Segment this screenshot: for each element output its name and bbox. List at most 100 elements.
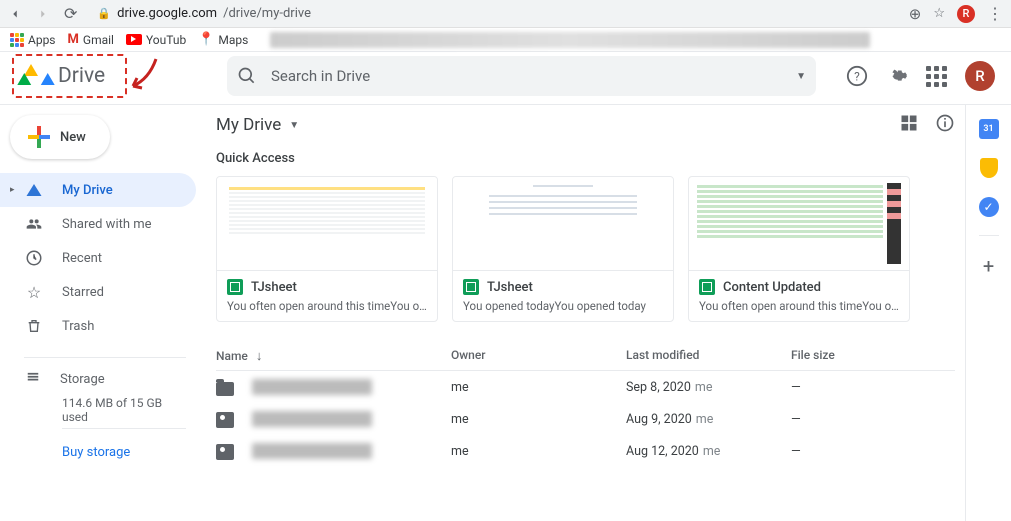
forward-icon[interactable]	[36, 7, 50, 21]
breadcrumb-title: My Drive	[216, 115, 281, 135]
bookmark-star-icon[interactable]: ☆	[933, 6, 945, 21]
trash-icon	[24, 317, 44, 335]
url-path: /drive/my-drive	[223, 6, 311, 21]
bookmarks-bar: Apps M Gmail YouTub 📍Maps	[0, 28, 1011, 52]
cell-size: —	[791, 380, 891, 395]
storage-used-text: 114.6 MB of 15 GB used	[62, 396, 186, 424]
sort-down-icon: ↓	[256, 348, 263, 364]
sidebar-item-storage[interactable]: Storage	[24, 370, 186, 388]
column-name[interactable]: Name↓	[216, 348, 451, 364]
grid-view-icon[interactable]	[899, 113, 919, 137]
sidebar-item-starred[interactable]: ☆ Starred	[0, 275, 196, 309]
shared-folder-icon	[216, 444, 234, 460]
card-thumbnail	[453, 177, 673, 271]
bookmark-label: Maps	[218, 33, 248, 47]
settings-gear-icon[interactable]	[886, 65, 908, 87]
apps-icon	[10, 33, 24, 47]
main-content: My Drive ▼ Quick Access TJsheet You ofte…	[210, 105, 965, 521]
quick-access-card[interactable]: Content Updated You often open around th…	[688, 176, 910, 322]
profile-avatar-small[interactable]: R	[957, 5, 975, 23]
new-button-label: New	[60, 130, 86, 145]
reload-icon[interactable]: ⟳	[64, 4, 77, 23]
sheets-icon	[227, 279, 243, 295]
column-owner[interactable]: Owner	[451, 348, 626, 364]
keep-icon[interactable]	[978, 157, 1000, 179]
address-bar[interactable]: 🔒 drive.google.com/drive/my-drive	[91, 6, 894, 21]
bookmark-apps[interactable]: Apps	[10, 33, 56, 47]
storage-icon	[24, 370, 42, 388]
sidebar-item-recent[interactable]: Recent	[0, 241, 196, 275]
sidebar-item-label: Starred	[62, 285, 104, 300]
quick-access-card[interactable]: TJsheet You often open around this timeY…	[216, 176, 438, 322]
breadcrumb[interactable]: My Drive ▼	[216, 115, 299, 135]
search-options-icon[interactable]: ▼	[796, 71, 806, 82]
redacted-filename	[252, 379, 372, 395]
sheets-icon	[463, 279, 479, 295]
expand-icon[interactable]: ▸	[10, 185, 15, 195]
quick-access-cards: TJsheet You often open around this timeY…	[216, 176, 955, 322]
info-icon[interactable]	[935, 113, 955, 137]
side-panel: 31 ✓ +	[965, 105, 1011, 521]
search-placeholder: Search in Drive	[271, 67, 782, 85]
account-avatar[interactable]: R	[965, 61, 995, 91]
card-subtitle: You often open around this timeYou often…	[699, 299, 899, 313]
cell-owner: me	[451, 444, 626, 459]
browser-menu-icon[interactable]: ⋮	[987, 4, 1003, 23]
tasks-icon[interactable]: ✓	[979, 197, 999, 217]
search-bar[interactable]: Search in Drive ▼	[227, 56, 816, 96]
help-icon[interactable]: ?	[846, 65, 868, 87]
zoom-icon[interactable]: ⊕	[909, 5, 922, 23]
card-subtitle: You opened todayYou opened today	[463, 299, 663, 313]
drive-logo-icon	[22, 64, 50, 88]
card-thumbnail	[217, 177, 437, 271]
sidebar-item-shared[interactable]: Shared with me	[0, 207, 196, 241]
youtube-icon	[126, 34, 142, 45]
lock-icon: 🔒	[97, 7, 111, 20]
google-apps-icon[interactable]	[926, 66, 947, 87]
cell-size: —	[791, 412, 891, 427]
storage-label: Storage	[60, 372, 105, 387]
cell-size: —	[791, 444, 891, 459]
new-button[interactable]: New	[10, 115, 110, 159]
cell-modified: Aug 12, 2020	[626, 444, 699, 459]
drive-logo-annotated[interactable]: Drive	[12, 54, 127, 98]
calendar-icon[interactable]: 31	[979, 119, 999, 139]
folder-icon	[216, 382, 234, 396]
chevron-down-icon: ▼	[289, 120, 299, 131]
quick-access-card[interactable]: TJsheet You opened todayYou opened today	[452, 176, 674, 322]
search-icon	[237, 66, 257, 86]
table-row[interactable]: me Aug 9, 2020me —	[216, 403, 955, 435]
sidebar-item-label: Recent	[62, 251, 102, 266]
sidebar-item-trash[interactable]: Trash	[0, 309, 196, 343]
table-row[interactable]: me Aug 12, 2020me —	[216, 435, 955, 467]
file-table-header: Name↓ Owner Last modified File size	[216, 342, 955, 371]
gmail-icon: M	[68, 32, 79, 47]
card-subtitle: You often open around this timeYou often…	[227, 299, 427, 313]
back-icon[interactable]	[8, 7, 22, 21]
drive-logo-text: Drive	[58, 64, 105, 88]
cell-modified-by: me	[696, 412, 714, 427]
url-host: drive.google.com	[117, 6, 217, 21]
cell-modified-by: me	[695, 380, 713, 395]
sidebar-item-mydrive[interactable]: ▸ My Drive	[0, 173, 196, 207]
table-row[interactable]: me Sep 8, 2020me —	[216, 371, 955, 403]
sheets-icon	[699, 279, 715, 295]
bookmark-maps[interactable]: 📍Maps	[198, 32, 248, 47]
bookmark-gmail[interactable]: M Gmail	[68, 32, 114, 47]
buy-storage-link[interactable]: Buy storage	[62, 445, 186, 460]
column-modified[interactable]: Last modified	[626, 348, 791, 364]
sidebar-item-label: My Drive	[62, 183, 113, 198]
bookmark-label: YouTub	[146, 33, 186, 47]
bookmark-label: Apps	[28, 33, 56, 47]
card-title: Content Updated	[723, 280, 821, 295]
bookmark-youtube[interactable]: YouTub	[126, 33, 186, 47]
addons-plus-icon[interactable]: +	[983, 254, 994, 278]
cell-modified: Sep 8, 2020	[626, 380, 691, 395]
column-size[interactable]: File size	[791, 348, 891, 364]
quick-access-heading: Quick Access	[216, 151, 955, 166]
card-thumbnail	[689, 177, 909, 271]
card-title: TJsheet	[251, 280, 297, 295]
bookmark-label: Gmail	[83, 33, 114, 47]
shared-icon	[24, 216, 44, 232]
sidebar-item-label: Shared with me	[62, 217, 152, 232]
